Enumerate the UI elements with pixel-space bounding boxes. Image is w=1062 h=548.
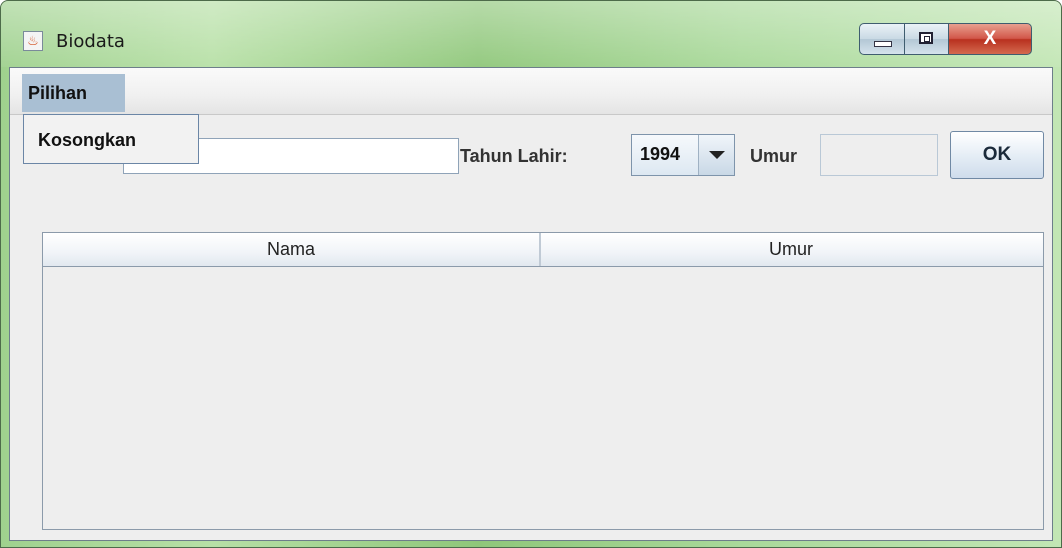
maximize-icon <box>919 32 933 44</box>
table-header: Nama Umur <box>43 233 1043 267</box>
close-button[interactable]: X <box>948 23 1032 55</box>
close-icon: X <box>983 28 997 49</box>
tahun-lahir-label: Tahun Lahir: <box>460 146 568 166</box>
pilihan-popup-menu: Kosongkan <box>23 114 199 164</box>
menu-bar: Pilihan <box>10 68 1052 115</box>
menu-pilihan[interactable]: Pilihan <box>22 74 125 112</box>
umur-field <box>820 134 938 176</box>
umur-label: Umur <box>750 146 798 166</box>
title-bar[interactable]: ♨ Biodata X <box>1 1 1061 67</box>
minimize-icon <box>874 41 892 47</box>
column-header-nama[interactable]: Nama <box>43 233 541 266</box>
window-title: Biodata <box>56 31 125 52</box>
chevron-down-icon[interactable] <box>698 135 734 175</box>
column-header-umur[interactable]: Umur <box>541 233 1041 266</box>
ok-button[interactable]: OK <box>950 131 1044 179</box>
client-area: Pilihan Kosongkan Tahun Lahir: 1994 Umur… <box>9 67 1053 541</box>
tahun-lahir-value: 1994 <box>640 144 681 164</box>
tahun-lahir-combobox[interactable]: 1994 <box>631 134 735 176</box>
biodata-table[interactable]: Nama Umur <box>42 232 1044 530</box>
maximize-button[interactable] <box>904 23 949 55</box>
java-icon: ♨ <box>23 31 43 51</box>
window-frame: ♨ Biodata X Pilihan Kosongkan Tahun Lahi… <box>0 0 1062 548</box>
menu-item-kosongkan[interactable]: Kosongkan <box>24 115 198 163</box>
minimize-button[interactable] <box>859 23 905 55</box>
